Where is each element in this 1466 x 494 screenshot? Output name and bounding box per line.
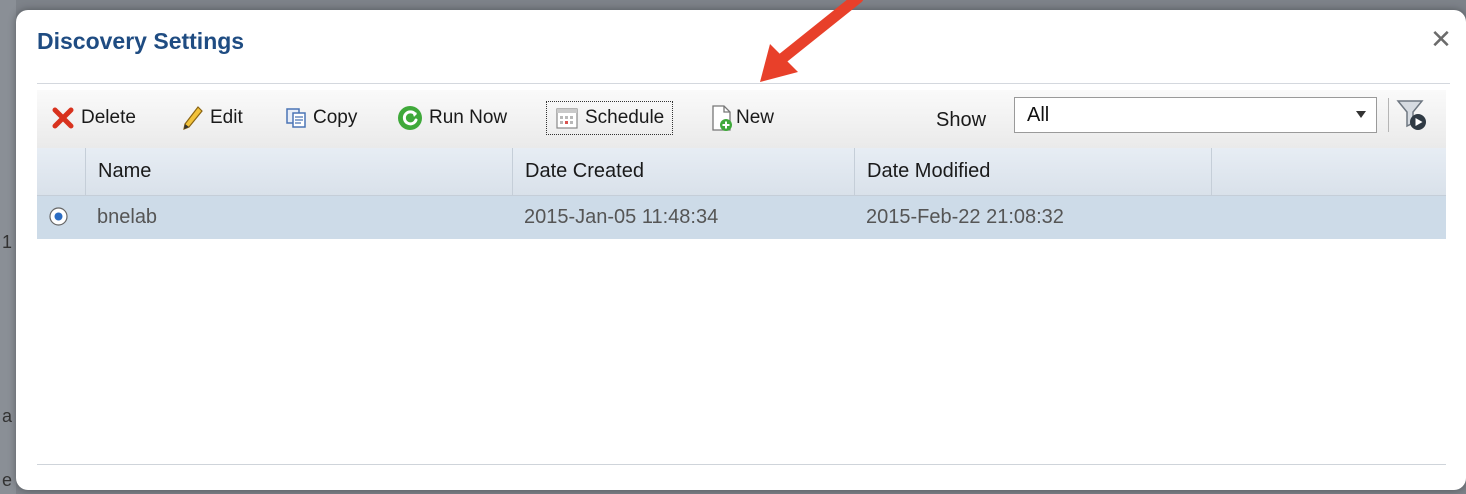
divider bbox=[37, 83, 1450, 84]
calendar-icon bbox=[555, 106, 579, 130]
table-header: Name Date Created Date Modified bbox=[37, 148, 1446, 196]
schedule-label: Schedule bbox=[585, 107, 665, 128]
column-header-empty bbox=[1211, 148, 1462, 195]
copy-button[interactable]: Copy bbox=[285, 100, 357, 136]
settings-table: Name Date Created Date Modified bnelab 2… bbox=[37, 148, 1446, 239]
column-header-date-created[interactable]: Date Created bbox=[512, 148, 854, 195]
show-label: Show bbox=[936, 109, 987, 131]
discovery-settings-dialog: Discovery Settings ✕ Delete Edit Copy Ru bbox=[16, 10, 1466, 490]
copy-label: Copy bbox=[313, 107, 358, 128]
new-label: New bbox=[736, 107, 775, 128]
table-row[interactable]: bnelab 2015-Jan-05 11:48:34 2015-Feb-22 … bbox=[37, 196, 1446, 239]
new-document-icon bbox=[710, 104, 734, 132]
edit-label: Edit bbox=[210, 107, 243, 128]
show-select-value: All bbox=[1027, 103, 1050, 126]
column-header-date-modified[interactable]: Date Modified bbox=[854, 148, 1211, 195]
run-now-button[interactable]: Run Now bbox=[397, 100, 507, 136]
delete-icon bbox=[51, 106, 75, 130]
chevron-down-icon[interactable] bbox=[1346, 111, 1376, 119]
close-icon[interactable]: ✕ bbox=[1426, 24, 1456, 54]
cell-date-created: 2015-Jan-05 11:48:34 bbox=[524, 206, 719, 228]
toolbar: Delete Edit Copy Run Now Schedule New Sh… bbox=[37, 90, 1446, 148]
show-select[interactable]: All bbox=[1014, 97, 1377, 133]
background-text: e bbox=[2, 470, 13, 490]
new-button[interactable]: New bbox=[710, 100, 774, 136]
background-window: 1 a e bbox=[0, 0, 16, 494]
row-select-radio[interactable] bbox=[49, 207, 68, 226]
run-now-label: Run Now bbox=[429, 107, 508, 128]
divider bbox=[37, 464, 1446, 465]
pencil-icon bbox=[182, 105, 204, 131]
column-header-name[interactable]: Name bbox=[85, 148, 512, 195]
delete-button[interactable]: Delete bbox=[51, 100, 136, 136]
refresh-icon bbox=[397, 105, 423, 131]
dialog-title: Discovery Settings bbox=[37, 28, 245, 54]
divider bbox=[1388, 98, 1389, 132]
cell-name: bnelab bbox=[97, 206, 158, 228]
copy-icon bbox=[285, 107, 307, 129]
schedule-button[interactable]: Schedule bbox=[546, 101, 674, 135]
edit-button[interactable]: Edit bbox=[182, 100, 243, 136]
background-text: 1 bbox=[2, 232, 13, 252]
background-text: a bbox=[2, 406, 13, 426]
filter-icon[interactable] bbox=[1395, 97, 1429, 133]
delete-label: Delete bbox=[81, 107, 136, 128]
cell-date-modified: 2015-Feb-22 21:08:32 bbox=[866, 206, 1064, 228]
